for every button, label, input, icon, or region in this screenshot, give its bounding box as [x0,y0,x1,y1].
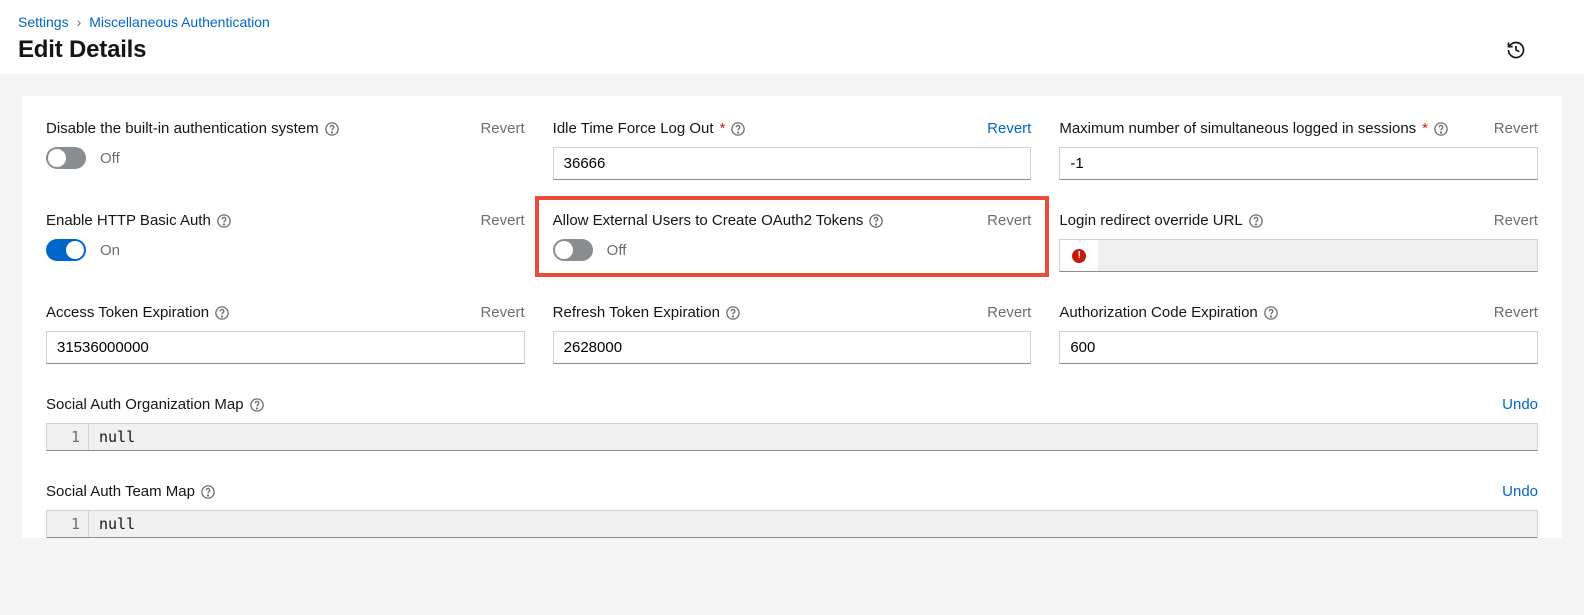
url-error-indicator: ! [1059,239,1098,272]
revert-button[interactable]: Revert [480,120,524,137]
field-social-team-map: Social Auth Team Map Undo 1 null [46,483,1538,538]
code-content[interactable]: null [89,424,1537,450]
settings-panel: Disable the built-in authentication syst… [22,96,1562,538]
code-content[interactable]: null [89,511,1537,537]
field-label: Access Token Expiration [46,304,209,321]
undo-button[interactable]: Undo [1502,483,1538,500]
field-auth-code: Authorization Code Expiration Revert [1059,304,1538,364]
field-label: Authorization Code Expiration [1059,304,1257,321]
revert-button[interactable]: Revert [987,212,1031,229]
field-access-token: Access Token Expiration Revert [46,304,525,364]
idle-time-input[interactable] [553,147,1032,180]
page-title: Edit Details [18,36,146,64]
revert-button[interactable]: Revert [1494,212,1538,229]
field-label: Social Auth Organization Map [46,396,244,413]
refresh-token-input[interactable] [553,331,1032,364]
required-indicator: * [1422,120,1428,137]
breadcrumb-misc-auth[interactable]: Miscellaneous Authentication [89,14,270,30]
help-icon[interactable] [201,485,215,499]
auth-code-input[interactable] [1059,331,1538,364]
field-label: Allow External Users to Create OAuth2 To… [553,212,864,229]
help-icon[interactable] [1434,122,1448,136]
help-icon[interactable] [869,214,883,228]
content-area: Disable the built-in authentication syst… [0,74,1584,592]
field-refresh-token: Refresh Token Expiration Revert [553,304,1032,364]
breadcrumb: Settings › Miscellaneous Authentication [18,14,1566,30]
toggle-state-label: On [100,242,120,259]
field-disable-builtin: Disable the built-in authentication syst… [46,120,525,180]
revert-button[interactable]: Revert [987,120,1031,137]
revert-button[interactable]: Revert [480,212,524,229]
revert-button[interactable]: Revert [1494,120,1538,137]
field-basic-auth: Enable HTTP Basic Auth Revert On [46,212,525,272]
toggle-disable-builtin[interactable] [46,147,86,169]
page-header: Settings › Miscellaneous Authentication … [0,0,1584,74]
field-max-sessions: Maximum number of simultaneous logged in… [1059,120,1538,180]
toggle-state-label: Off [100,150,120,167]
help-icon[interactable] [215,306,229,320]
field-label: Login redirect override URL [1059,212,1242,229]
field-label: Enable HTTP Basic Auth [46,212,211,229]
field-label: Social Auth Team Map [46,483,195,500]
toggle-state-label: Off [607,242,627,259]
help-icon[interactable] [250,398,264,412]
required-indicator: * [720,120,726,137]
access-token-input[interactable] [46,331,525,364]
code-editor-org-map[interactable]: 1 null [46,423,1538,451]
code-editor-team-map[interactable]: 1 null [46,510,1538,538]
max-sessions-input[interactable] [1059,147,1538,180]
breadcrumb-settings[interactable]: Settings [18,14,69,30]
help-icon[interactable] [217,214,231,228]
toggle-oauth-external[interactable] [553,239,593,261]
field-idle-time: Idle Time Force Log Out * Revert [553,120,1032,180]
field-login-redirect: Login redirect override URL Revert ! [1059,212,1538,272]
field-label: Refresh Token Expiration [553,304,720,321]
login-redirect-input[interactable] [1098,239,1538,272]
breadcrumb-separator: › [77,14,82,30]
history-icon[interactable] [1506,40,1526,60]
help-icon[interactable] [731,122,745,136]
help-icon[interactable] [325,122,339,136]
field-label: Maximum number of simultaneous logged in… [1059,120,1416,137]
revert-button[interactable]: Revert [1494,304,1538,321]
field-social-org-map: Social Auth Organization Map Undo 1 null [46,396,1538,451]
error-icon: ! [1072,249,1086,263]
help-icon[interactable] [1264,306,1278,320]
line-number: 1 [47,511,89,537]
field-label: Disable the built-in authentication syst… [46,120,319,137]
undo-button[interactable]: Undo [1502,396,1538,413]
revert-button[interactable]: Revert [480,304,524,321]
field-label: Idle Time Force Log Out [553,120,714,137]
toggle-basic-auth[interactable] [46,239,86,261]
revert-button[interactable]: Revert [987,304,1031,321]
field-oauth-external: Allow External Users to Create OAuth2 To… [553,212,1032,272]
highlight-box: Allow External Users to Create OAuth2 To… [535,196,1050,277]
help-icon[interactable] [726,306,740,320]
help-icon[interactable] [1249,214,1263,228]
line-number: 1 [47,424,89,450]
